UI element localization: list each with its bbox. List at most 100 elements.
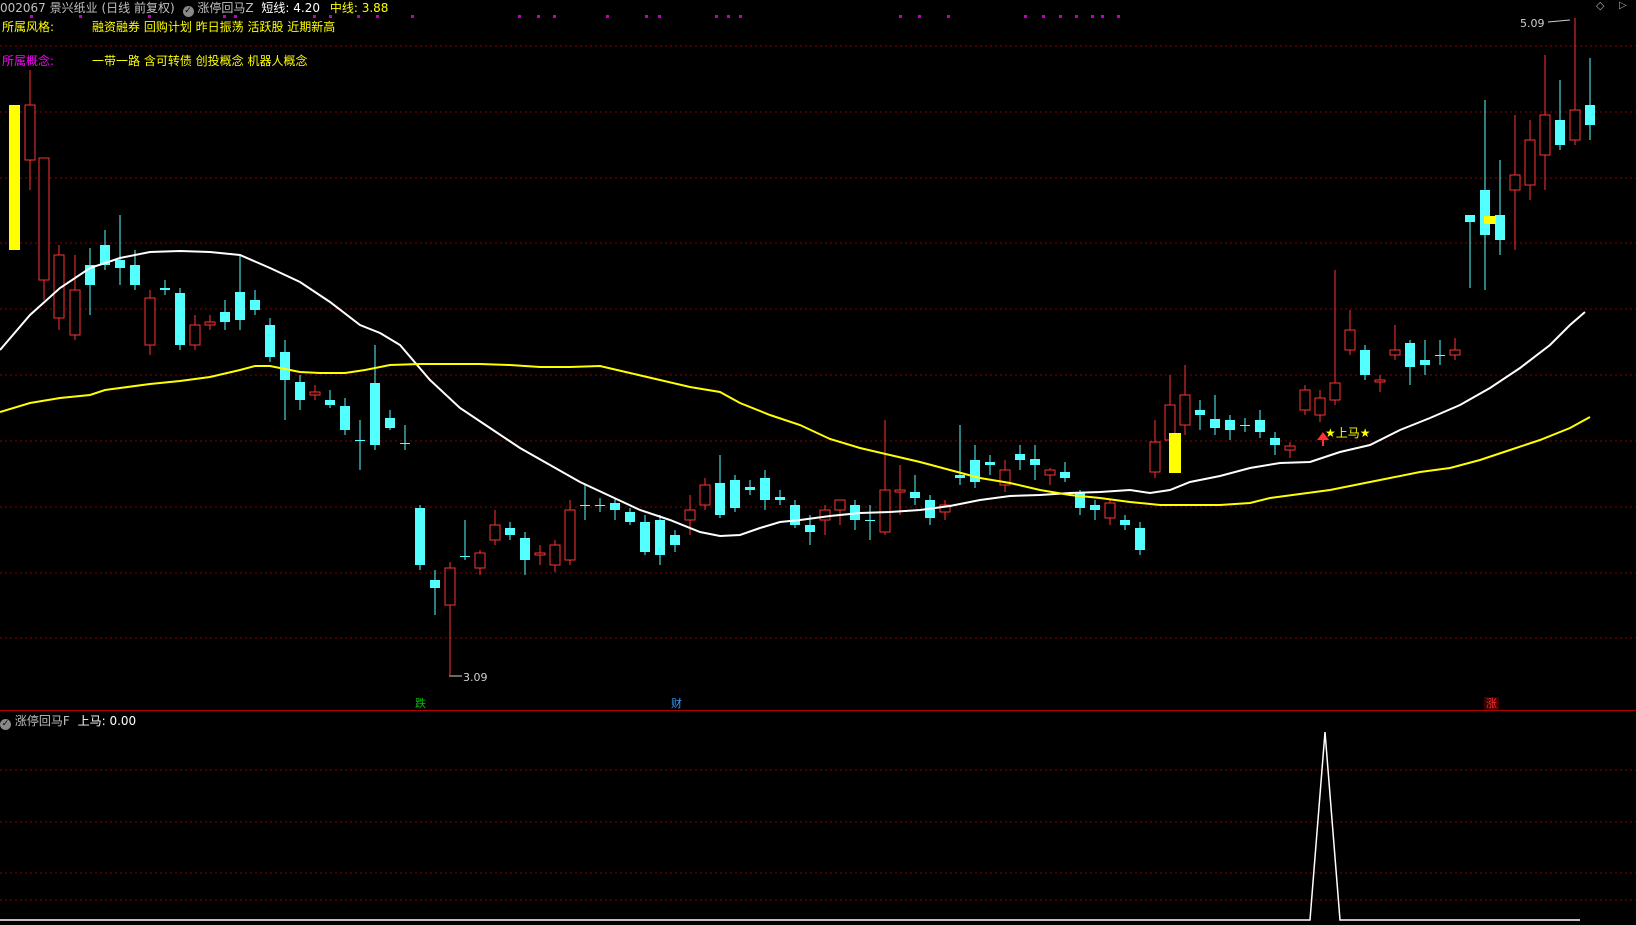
candle-body [1195,410,1205,415]
top-dot [79,15,82,18]
candle-body [1255,420,1265,432]
candle-body [24,104,36,161]
candle-body [38,157,50,281]
top-dot [727,15,730,18]
candle-body [175,293,185,345]
candle-body [534,552,546,556]
candle-body [295,382,305,400]
marker-fall[interactable]: 跌 [413,697,428,710]
candle-body [970,460,980,482]
candle-body [1449,349,1461,356]
top-dot [1091,15,1094,18]
candlestick-chart[interactable] [0,0,1636,710]
top-dot [1042,15,1045,18]
candle-body [879,489,891,533]
candle-body [430,580,440,588]
top-dot [658,15,661,18]
candle-body [1495,215,1505,240]
candle-body [1374,379,1386,383]
candle-body [1030,459,1040,465]
top-dot [899,15,902,18]
candle-body [655,520,665,555]
candle-body [189,324,201,346]
top-dot [1101,15,1104,18]
top-dot [645,15,648,18]
candle-body [745,487,755,490]
top-dot [553,15,556,18]
candle-body [715,483,725,515]
candle-body [625,512,635,522]
candle-body [489,524,501,541]
candle-body [790,505,800,525]
candle-body [1044,469,1056,476]
candle-body [1299,389,1311,411]
candle-body [340,406,350,430]
candle-body [834,499,846,511]
candle-body [235,292,245,320]
candle-body [265,325,275,357]
candle-body [204,321,216,326]
top-dot [739,15,742,18]
marker-rise[interactable]: 涨 [1484,697,1499,710]
candle-body [819,509,831,521]
candle-body [564,509,576,561]
candle-body [955,475,965,478]
candle-body [760,478,770,500]
top-dot [357,15,360,18]
candle-body [115,260,125,268]
top-dot [1075,15,1078,18]
panel-divider [0,710,1636,711]
top-dot [1059,15,1062,18]
signal-line [0,731,1580,921]
candle-body [1225,420,1235,430]
candle-body [1149,441,1161,473]
top-dot [411,15,414,18]
candle-body [1389,349,1401,356]
candle-body [1240,425,1250,426]
candle-body [1344,329,1356,351]
signal-bar [1484,216,1496,224]
candle-body [684,509,696,521]
top-dot [1117,15,1120,18]
candle-body [520,538,530,560]
candle-body [370,383,380,445]
candle-body [985,462,995,465]
candle-body [444,567,456,606]
top-dot [715,15,718,18]
candle-body [505,528,515,535]
candle-body [1179,394,1191,426]
top-dot [148,15,151,18]
candle-body [325,400,335,405]
marker-finance[interactable]: 财 [669,697,684,710]
candle-body [144,297,156,346]
candle-body [1090,505,1100,510]
candle-body [1210,419,1220,428]
candle-body [355,440,365,441]
candle-body [474,552,486,569]
candle-body [640,522,650,552]
candle-body [910,492,920,498]
candle-body [1465,215,1475,222]
signal-label: ★上马★ [1325,426,1371,440]
candle-body [250,300,260,310]
candle-body [1569,109,1581,141]
candle-body [220,312,230,322]
candle-body [1120,520,1130,525]
candle-body [1539,114,1551,156]
candle-body [460,556,470,557]
top-dot [223,15,226,18]
candle-body [280,352,290,380]
top-dot [30,15,33,18]
high-price-label: 5.09 [1520,17,1545,30]
candle-body [894,489,906,493]
candle-body [130,265,140,285]
candle-body [670,535,680,545]
top-dot [1024,15,1027,18]
candle-body [1555,120,1565,145]
candle-body [1284,445,1296,451]
signal-chart[interactable] [0,712,1636,925]
top-dot [518,15,521,18]
candle-body [309,391,321,396]
candle-body [1314,397,1326,416]
candle-body [1585,105,1595,125]
